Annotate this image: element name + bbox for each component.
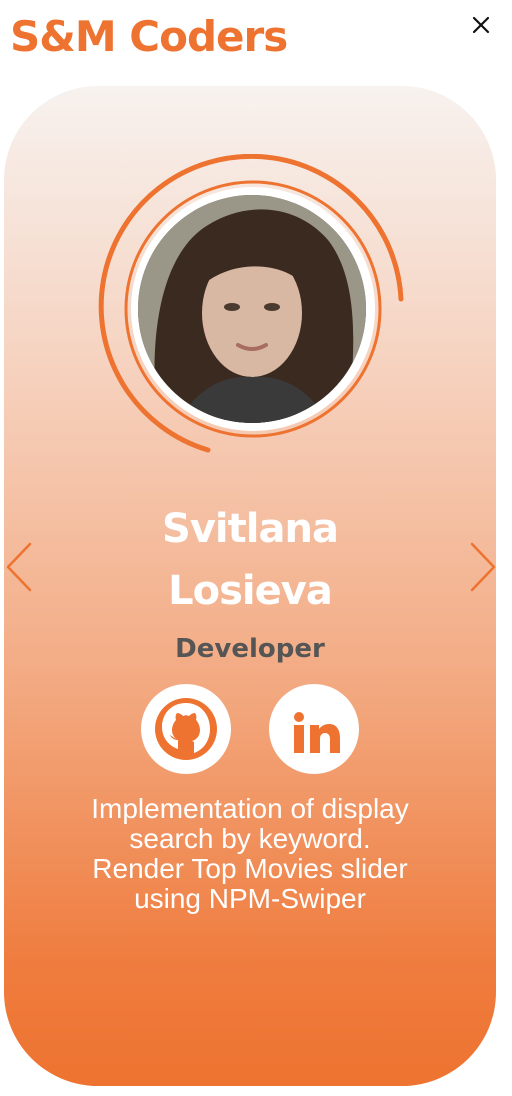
close-icon bbox=[472, 16, 490, 34]
description-line: using NPM-Swiper bbox=[134, 883, 366, 914]
description-line: Implementation of display bbox=[91, 793, 409, 824]
member-role: Developer bbox=[175, 634, 325, 664]
member-name: Svitlana Losieva bbox=[4, 498, 496, 622]
linkedin-link[interactable] bbox=[269, 684, 359, 774]
member-description: Implementation of display search by keyw… bbox=[40, 794, 460, 914]
team-modal: S&M Coders Svitlana Losieva Developer Im… bbox=[0, 0, 512, 1096]
prev-slide-button[interactable] bbox=[4, 540, 34, 594]
next-slide-button[interactable] bbox=[468, 540, 498, 594]
close-button[interactable] bbox=[466, 10, 496, 40]
avatar bbox=[138, 195, 366, 423]
member-last-name: Losieva bbox=[168, 568, 333, 614]
chevron-left-icon bbox=[6, 542, 32, 592]
member-card: Svitlana Losieva Developer Implementatio… bbox=[4, 86, 496, 1086]
description-line: Render Top Movies slider bbox=[92, 853, 408, 884]
linkedin-icon bbox=[294, 712, 340, 753]
description-line: search by keyword. bbox=[129, 823, 371, 854]
avatar-frame bbox=[98, 154, 408, 464]
github-link[interactable] bbox=[141, 684, 231, 774]
member-first-name: Svitlana bbox=[162, 506, 339, 552]
github-icon bbox=[155, 698, 217, 760]
brand-title: S&M Coders bbox=[10, 12, 288, 61]
chevron-right-icon bbox=[470, 542, 496, 592]
